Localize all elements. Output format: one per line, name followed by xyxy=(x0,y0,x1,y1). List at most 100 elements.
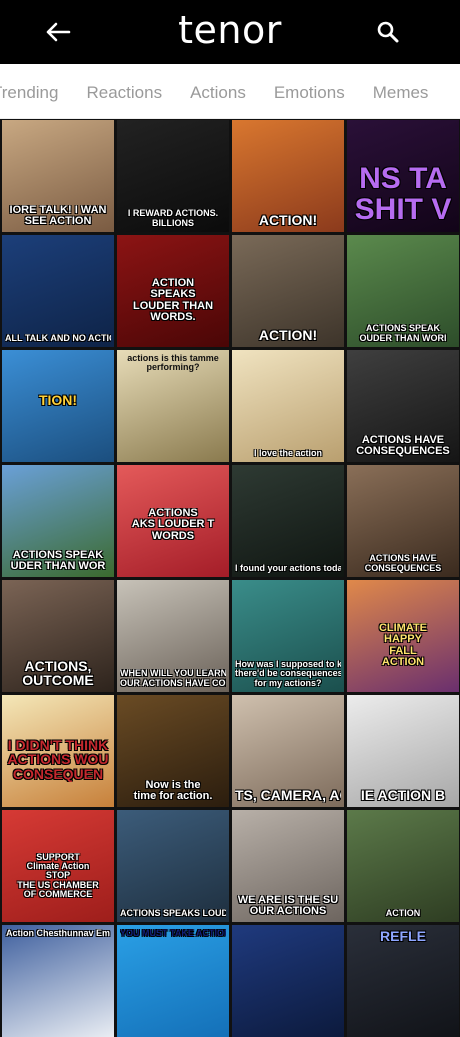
gif-caption-line: I DIDN'T THINK xyxy=(7,737,109,753)
gif-caption: WE ARE IS THE SU OUR ACTIONS xyxy=(235,895,341,918)
gif-caption: IORE TALK! I WAN SEE ACTION xyxy=(5,205,111,228)
gif-caption-line: SEE ACTION xyxy=(24,215,92,228)
gif-tile[interactable]: SUPPORT Climate Action STOP THE US CHAMBER O… xyxy=(2,810,114,922)
gif-caption: TS, CAMERA, AC xyxy=(235,788,341,803)
gif-caption: ALL TALK AND NO ACTION xyxy=(5,334,111,343)
gif-caption-line: IE ACTION B xyxy=(360,788,446,803)
gif-caption: REFLE xyxy=(350,929,456,944)
gif-tile[interactable]: How was I supposed to knowthere'd be con… xyxy=(232,580,344,692)
gif-tile[interactable]: ACTIONS SPEAKS LOUDER THAN xyxy=(117,810,229,922)
gif-caption-line: CONSEQUENCES xyxy=(356,445,450,458)
gif-tile[interactable]: TION! xyxy=(2,350,114,462)
gif-caption: I love the action xyxy=(235,449,341,458)
gif-caption-line: SPEAKS xyxy=(150,288,196,301)
gif-tile[interactable]: ACTIONS, OUTCOME xyxy=(2,580,114,692)
gif-caption: ACTION SPEAKS LOUDER THAN WORDS. xyxy=(120,278,226,324)
gif-caption: actions is this tamme performing? xyxy=(120,354,226,373)
gif-caption-line: OF COMMERCE xyxy=(23,889,93,900)
gif-caption: ACTIONS SPEAK OUDER THAN WORI xyxy=(350,324,456,343)
gif-caption-line: AKS LOUDER T xyxy=(131,518,215,531)
gif-caption-line: ACTIONS, xyxy=(24,658,92,674)
gif-caption: Now is the time for action. xyxy=(120,780,226,803)
gif-tile[interactable]: ACTION! xyxy=(232,120,344,232)
gif-tile[interactable]: NS TA SHIT V xyxy=(347,120,459,232)
gif-tile[interactable]: ACTIONS HAVE CONSEQUENCES xyxy=(347,350,459,462)
gif-caption: ACTIONS AKS LOUDER T WORDS xyxy=(120,508,226,543)
gif-caption: ACTIONS SPEAKS LOUDER THAN xyxy=(120,909,226,918)
category-tabs: Trending Reactions Actions Emotions Memes xyxy=(0,64,460,119)
gif-tile[interactable]: YOU MUST TAKE ACTION xyxy=(117,925,229,1037)
gif-caption-line: ACTION xyxy=(385,908,421,918)
gif-tile[interactable]: ACTION SPEAKS LOUDER THAN WORDS. xyxy=(117,235,229,347)
gif-tile[interactable]: ALL TALK AND NO ACTION xyxy=(2,235,114,347)
gif-caption: How was I supposed to knowthere'd be con… xyxy=(235,660,341,688)
tab-emotions[interactable]: Emotions xyxy=(274,64,345,118)
gif-caption: CLIMATE HAPPY FALL ACTION xyxy=(350,623,456,669)
gif-caption-line: CONSEQUENCES xyxy=(364,562,442,573)
gif-tile[interactable]: ACTIONS AKS LOUDER T WORDS xyxy=(117,465,229,577)
gif-results-grid: IORE TALK! I WAN SEE ACTION I REWARD ACTIO… xyxy=(0,120,460,1037)
gif-caption-line: performing? xyxy=(146,362,200,373)
gif-caption-line: HAPPY xyxy=(384,633,422,646)
gif-caption-line: OUTCOME xyxy=(22,672,94,688)
gif-caption-line: OUR ACTIONS xyxy=(249,905,327,918)
tab-memes[interactable]: Memes xyxy=(373,64,429,118)
gif-tile[interactable]: ACTION! xyxy=(232,235,344,347)
gif-caption: ACTIONS SPEAK UDER THAN WOR xyxy=(5,550,111,573)
gif-caption-line: TS, CAMERA, AC xyxy=(235,788,341,803)
gif-caption-line: ACTIONS WOU xyxy=(7,751,109,768)
gif-caption: WHEN WILL YOU LEARN THATOUR ACTIONS HAVE… xyxy=(120,669,226,688)
gif-caption: SUPPORT Climate Action STOP THE US CHAMBER O… xyxy=(5,853,111,900)
gif-caption-line: ACTIONS SPEAKS LOUDER THAN xyxy=(120,908,226,918)
gif-tile[interactable]: Action Chesthunnav Em xyxy=(2,925,114,1037)
gif-caption: ACTIONS HAVE CONSEQUENCES xyxy=(350,554,456,573)
gif-caption: I DIDN'T THINK ACTIONS WOU CONSEQUEN xyxy=(5,738,111,782)
gif-tile[interactable]: ACTION xyxy=(347,810,459,922)
gif-caption: I found your actions today quite concern… xyxy=(235,564,341,573)
gif-tile[interactable]: I REWARD ACTIONS. BILLIONS xyxy=(117,120,229,232)
gif-caption-line: ACTION xyxy=(381,656,425,669)
gif-tile[interactable]: ACTIONS HAVE CONSEQUENCES xyxy=(347,465,459,577)
gif-tile[interactable]: TS, CAMERA, AC xyxy=(232,695,344,807)
gif-caption-line: TION! xyxy=(38,392,78,408)
tab-actions[interactable]: Actions xyxy=(190,64,246,118)
gif-caption-line: ACTION! xyxy=(258,213,318,228)
gif-caption-line: WORDS xyxy=(151,529,195,542)
gif-tile[interactable]: I love the action xyxy=(232,350,344,462)
gif-tile[interactable]: ACTIONS SPEAK UDER THAN WOR xyxy=(2,465,114,577)
gif-tile[interactable]: WE ARE IS THE SU OUR ACTIONS xyxy=(232,810,344,922)
gif-tile[interactable]: IORE TALK! I WAN SEE ACTION xyxy=(2,120,114,232)
gif-tile[interactable]: WHEN WILL YOU LEARN THATOUR ACTIONS HAVE… xyxy=(117,580,229,692)
gif-caption: ACTION xyxy=(350,909,456,918)
gif-tile[interactable]: CLIMATE HAPPY FALL ACTION xyxy=(347,580,459,692)
gif-caption-line: ACTION! xyxy=(258,328,318,343)
gif-tile[interactable]: I DIDN'T THINK ACTIONS WOU CONSEQUEN xyxy=(2,695,114,807)
gif-caption: I REWARD ACTIONS. BILLIONS xyxy=(120,209,226,228)
gif-caption-line: OUDER THAN WORI xyxy=(359,332,447,343)
gif-caption: ACTION! xyxy=(235,213,341,228)
gif-caption-line: UDER THAN WOR xyxy=(10,560,106,573)
gif-tile[interactable]: REFLE xyxy=(347,925,459,1037)
gif-caption-line: I found your actions today quite concern… xyxy=(235,563,341,573)
gif-tile[interactable]: IE ACTION B xyxy=(347,695,459,807)
gif-caption-line: ALL TALK AND NO ACTION xyxy=(5,333,111,343)
gif-tile[interactable]: actions is this tamme performing? xyxy=(117,350,229,462)
gif-caption: Action Chesthunnav Em xyxy=(5,929,111,938)
gif-caption: ACTIONS, OUTCOME xyxy=(5,659,111,688)
gif-caption: TION! xyxy=(5,393,111,408)
gif-caption-line: REFLE xyxy=(380,929,426,944)
gif-caption-line: YOU MUST TAKE ACTION xyxy=(120,929,226,938)
tab-trending[interactable]: Trending xyxy=(0,64,58,118)
gif-tile[interactable]: Now is the time for action. xyxy=(117,695,229,807)
gif-caption: ACTIONS HAVE CONSEQUENCES xyxy=(350,435,456,458)
gif-tile[interactable]: I found your actions today quite concern… xyxy=(232,465,344,577)
tab-reactions[interactable]: Reactions xyxy=(86,64,162,118)
gif-caption-line: WORDS. xyxy=(150,311,196,324)
gif-caption-line: I love the action xyxy=(253,448,322,458)
gif-caption-line: BILLIONS xyxy=(152,217,194,228)
gif-caption-line: NS TA xyxy=(359,162,447,195)
search-icon[interactable] xyxy=(372,16,404,48)
gif-tile[interactable] xyxy=(232,925,344,1037)
top-app-bar: tenor xyxy=(0,0,460,64)
gif-tile[interactable]: ACTIONS SPEAK OUDER THAN WORI xyxy=(347,235,459,347)
